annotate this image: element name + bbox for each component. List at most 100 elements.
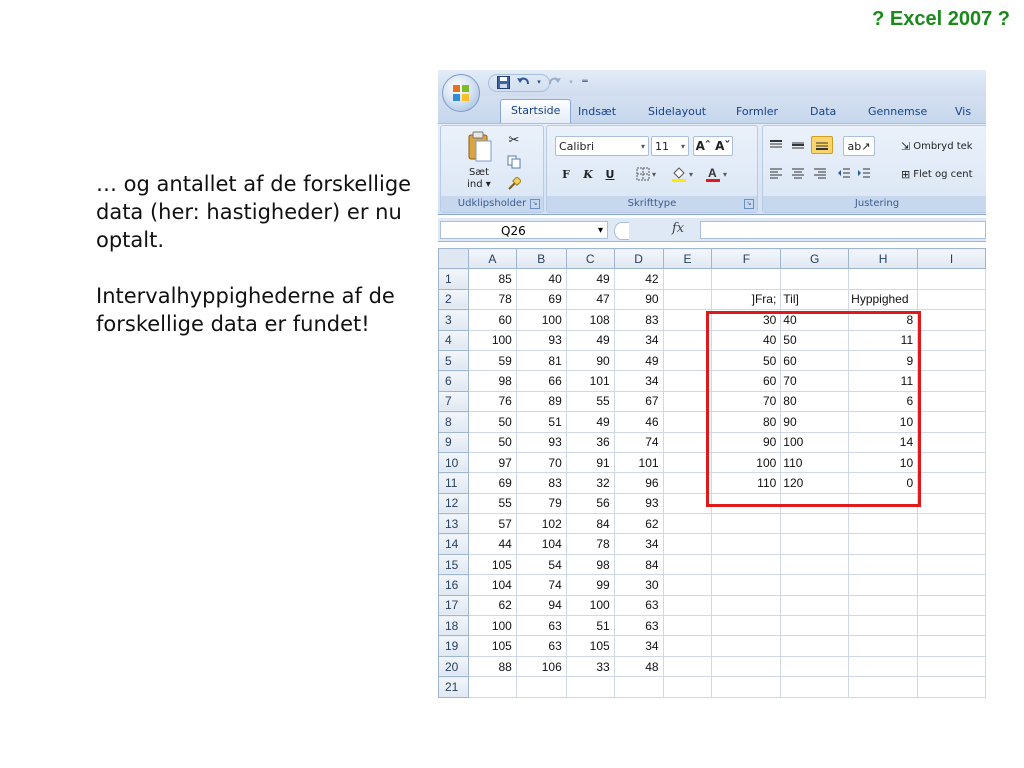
cell-e17[interactable] [662, 594, 713, 617]
cell-a9[interactable]: 50 [467, 431, 517, 453]
cell-i3[interactable] [917, 309, 986, 331]
row-header[interactable]: 8 [438, 411, 469, 433]
cell-e1[interactable] [662, 268, 713, 290]
cell-b18[interactable]: 63 [515, 615, 567, 637]
cell-g16[interactable] [780, 574, 850, 596]
cell-h20[interactable] [848, 655, 919, 678]
font-name-select[interactable]: Calibri ▾ [555, 136, 649, 156]
cell-b21[interactable] [515, 676, 567, 698]
cell-g7[interactable]: 80 [780, 390, 850, 413]
italic-button[interactable]: K [579, 164, 597, 184]
cell-a4[interactable]: 100 [467, 329, 517, 351]
cell-i4[interactable] [917, 329, 986, 351]
cell-f8[interactable]: 80 [711, 411, 782, 433]
cell-g18[interactable] [780, 615, 850, 637]
cell-a2[interactable]: 78 [467, 288, 517, 311]
cell-a16[interactable]: 104 [467, 574, 517, 596]
cell-i9[interactable] [917, 431, 986, 453]
row-header[interactable]: 21 [438, 676, 469, 698]
align-middle-icon[interactable] [789, 136, 807, 154]
cell-a11[interactable]: 69 [467, 472, 517, 494]
cell-i6[interactable] [917, 370, 986, 392]
cell-h10[interactable]: 10 [848, 451, 919, 474]
cell-e5[interactable] [662, 349, 713, 372]
row-header[interactable]: 7 [438, 390, 469, 413]
cell-c9[interactable]: 36 [565, 431, 615, 453]
cell-c20[interactable]: 33 [565, 655, 615, 678]
cell-g1[interactable] [780, 268, 850, 290]
cell-g2[interactable]: Til] [780, 288, 850, 311]
cell-f7[interactable]: 70 [711, 390, 782, 413]
cell-e4[interactable] [662, 329, 713, 351]
cell-d7[interactable]: 67 [613, 390, 664, 413]
cell-c11[interactable]: 32 [565, 472, 615, 494]
cell-b20[interactable]: 106 [515, 655, 567, 678]
cell-c19[interactable]: 105 [565, 635, 615, 657]
increase-indent-icon[interactable] [855, 164, 873, 182]
cell-f18[interactable] [711, 615, 782, 637]
cell-b14[interactable]: 104 [515, 533, 567, 555]
cell-f2[interactable]: ]Fra; [711, 288, 782, 311]
row-header[interactable]: 19 [438, 635, 469, 657]
cell-h19[interactable] [848, 635, 919, 657]
cell-h16[interactable] [848, 574, 919, 596]
cell-a15[interactable]: 105 [467, 553, 517, 576]
paste-label[interactable]: Sæt [459, 166, 499, 178]
bold-button[interactable]: F [557, 164, 575, 184]
row-header[interactable]: 4 [438, 329, 469, 351]
cell-c17[interactable]: 100 [565, 594, 615, 617]
cell-f9[interactable]: 90 [711, 431, 782, 453]
cell-c3[interactable]: 108 [565, 309, 615, 331]
font-color-icon[interactable]: A ▾ [701, 164, 731, 184]
underline-button[interactable]: U [601, 164, 619, 184]
cell-d11[interactable]: 96 [613, 472, 664, 494]
column-header-d[interactable]: D [613, 247, 664, 270]
align-left-icon[interactable] [767, 164, 785, 182]
cell-c10[interactable]: 91 [565, 451, 615, 474]
cell-e16[interactable] [662, 574, 713, 596]
cell-f17[interactable] [711, 594, 782, 617]
copy-icon[interactable] [505, 154, 523, 170]
cell-c13[interactable]: 84 [565, 513, 615, 535]
cell-h3[interactable]: 8 [848, 309, 919, 331]
row-header[interactable]: 17 [438, 594, 469, 617]
insert-function-button[interactable]: fx [672, 221, 684, 236]
cell-d10[interactable]: 101 [613, 451, 664, 474]
dialog-launcher-icon[interactable]: ↘ [530, 199, 540, 209]
column-header-f[interactable]: F [711, 247, 782, 270]
office-button[interactable] [442, 74, 480, 112]
cell-c1[interactable]: 49 [565, 268, 615, 290]
cell-b5[interactable]: 81 [515, 349, 567, 372]
undo-icon[interactable] [516, 75, 530, 89]
cell-i20[interactable] [917, 655, 986, 678]
cell-i11[interactable] [917, 472, 986, 494]
cell-a19[interactable]: 105 [467, 635, 517, 657]
cell-e10[interactable] [662, 451, 713, 474]
cell-a7[interactable]: 76 [467, 390, 517, 413]
cell-b15[interactable]: 54 [515, 553, 567, 576]
align-bottom-icon[interactable] [811, 136, 833, 154]
cell-a17[interactable]: 62 [467, 594, 517, 617]
cell-d12[interactable]: 93 [613, 492, 664, 515]
cell-f12[interactable] [711, 492, 782, 515]
cell-a1[interactable]: 85 [467, 268, 517, 290]
cell-e15[interactable] [662, 553, 713, 576]
cell-f10[interactable]: 100 [711, 451, 782, 474]
cell-d2[interactable]: 90 [613, 288, 664, 311]
column-header-g[interactable]: G [780, 247, 850, 270]
cell-b6[interactable]: 66 [515, 370, 567, 392]
cell-d4[interactable]: 34 [613, 329, 664, 351]
cell-e21[interactable] [662, 676, 713, 698]
cell-i7[interactable] [917, 390, 986, 413]
cell-h14[interactable] [848, 533, 919, 555]
cell-e8[interactable] [662, 411, 713, 433]
cell-c2[interactable]: 47 [565, 288, 615, 311]
row-header[interactable]: 2 [438, 288, 469, 311]
cell-c21[interactable] [565, 676, 615, 698]
cell-h21[interactable] [848, 676, 919, 698]
cell-d17[interactable]: 63 [613, 594, 664, 617]
row-header[interactable]: 16 [438, 574, 469, 596]
row-header[interactable]: 9 [438, 431, 469, 453]
cell-g8[interactable]: 90 [780, 411, 850, 433]
cell-e13[interactable] [662, 513, 713, 535]
